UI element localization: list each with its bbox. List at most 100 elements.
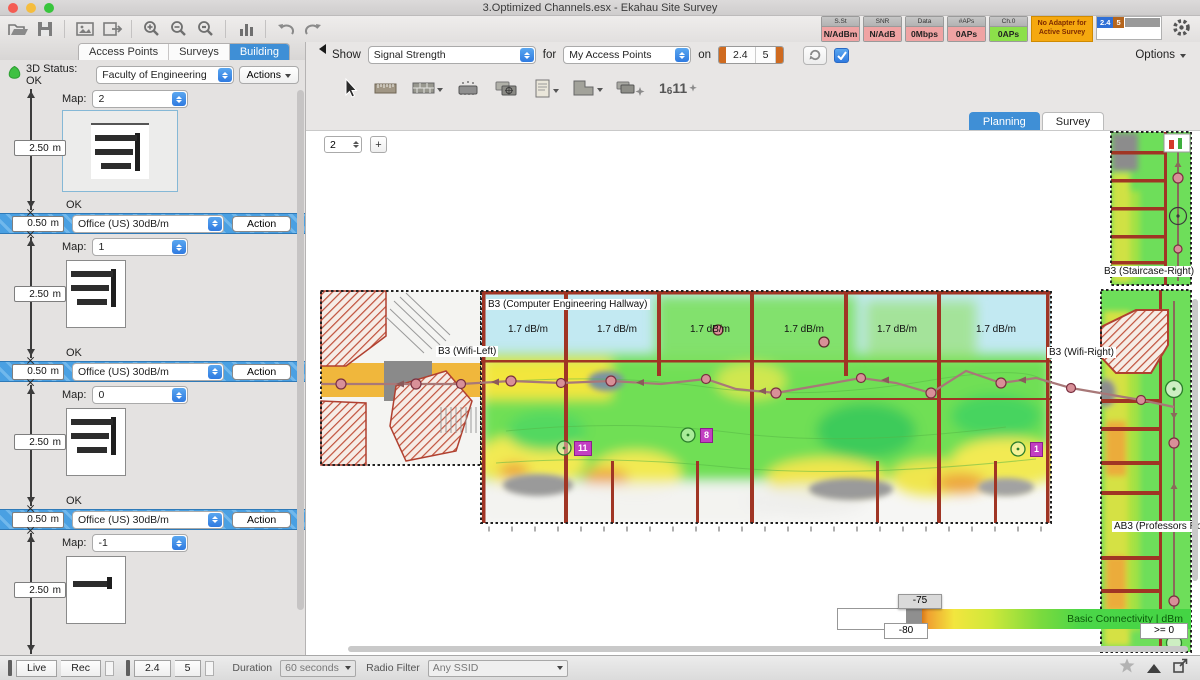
select-tool-icon[interactable] xyxy=(338,77,360,99)
floor-height-field[interactable]: 2.50m xyxy=(14,286,66,302)
zoom-out-icon[interactable] xyxy=(167,19,190,39)
add-floor-button[interactable]: + xyxy=(370,136,387,153)
chevron-down-icon xyxy=(345,666,351,673)
attenuation-profile-select[interactable]: Office (US) 30dB/m xyxy=(72,363,224,381)
tab-access-points[interactable]: Access Points xyxy=(79,44,169,60)
tab-planning[interactable]: Planning xyxy=(969,112,1040,130)
floor-height-field[interactable]: 2.50m xyxy=(14,582,66,598)
slab-row[interactable]: 0.50m Office (US) 30dB/m Action xyxy=(0,361,305,382)
map-select[interactable]: 1 xyxy=(92,238,188,256)
floor-status: OK xyxy=(66,495,82,507)
radio-filter-select[interactable]: Any SSID xyxy=(428,660,568,677)
actions-button[interactable]: Actions xyxy=(239,66,299,84)
tab-surveys[interactable]: Surveys xyxy=(169,44,230,60)
slab-action-button[interactable]: Action xyxy=(232,364,291,380)
map-select[interactable]: 2 xyxy=(92,90,188,108)
floor-height-field[interactable]: 2.50m xyxy=(14,434,66,450)
band-toggle-edge xyxy=(776,47,783,63)
access-point-tool-icon[interactable] xyxy=(456,78,481,98)
redo-icon[interactable] xyxy=(301,19,324,39)
floor-height-field[interactable]: 2.50m xyxy=(14,140,66,156)
adapter-warning-badge[interactable]: No Adapter for Active Survey xyxy=(1031,16,1093,42)
visualization-select[interactable]: Signal Strength xyxy=(368,46,536,64)
auto-refresh-checkbox[interactable] xyxy=(834,48,849,63)
channel-planner-tool-icon[interactable]: 1611 xyxy=(659,80,700,97)
meter-snr: SNR N/AdB xyxy=(863,16,902,42)
band-toggle[interactable]: 2.4 5 xyxy=(718,46,784,64)
room-attenuation-label: 1.7 dB/m xyxy=(685,324,735,335)
band-scan-indicator: 2.4 5 xyxy=(1096,16,1162,40)
slab-row[interactable]: 0.50m Office (US) 30dB/m Action xyxy=(0,509,305,530)
rec-button[interactable]: Rec xyxy=(61,660,101,677)
slab-height-field[interactable]: 0.50m xyxy=(12,512,64,528)
floor-thumbnail[interactable] xyxy=(66,408,126,476)
vertical-scrollbar[interactable] xyxy=(1192,299,1198,581)
slab-height-field[interactable]: 0.50m xyxy=(12,364,64,380)
save-project-icon[interactable] xyxy=(33,19,56,39)
tab-survey[interactable]: Survey xyxy=(1042,112,1104,130)
measure-tool-icon[interactable] xyxy=(373,78,399,98)
options-button[interactable]: Options xyxy=(1135,49,1186,61)
floor-section-map1[interactable]: Map: 1 2.50m OK xyxy=(0,234,305,361)
undo-icon[interactable] xyxy=(274,19,297,39)
gear-icon[interactable] xyxy=(1171,17,1192,43)
import-image-icon[interactable] xyxy=(73,19,96,39)
slab-row[interactable]: 0.50m Office (US) 30dB/m Action xyxy=(0,213,305,234)
map-select[interactable]: -1 xyxy=(92,534,188,552)
wall-tool-icon[interactable] xyxy=(412,78,443,98)
refresh-button[interactable] xyxy=(803,46,827,65)
map-canvas[interactable]: 2 + xyxy=(306,130,1200,655)
attenuation-profile-select[interactable]: Office (US) 30dB/m xyxy=(72,215,224,233)
ap-number-marker[interactable]: 8 xyxy=(700,428,713,443)
expand-panel-icon[interactable] xyxy=(1147,657,1161,673)
band-5-toggle[interactable]: 5 xyxy=(756,47,777,63)
floor-thumbnail[interactable] xyxy=(66,260,126,328)
slab-joint-icon xyxy=(26,208,35,217)
floor-section-map-minus1[interactable]: Map: -1 2.50m xyxy=(0,530,305,655)
floor-section-map2[interactable]: Map: 2 2.50m OK xyxy=(0,86,305,213)
ap-filter-select[interactable]: My Access Points xyxy=(563,46,691,64)
slab-action-button[interactable]: Action xyxy=(232,512,291,528)
chevron-down-icon xyxy=(437,88,443,95)
floor-status: OK xyxy=(66,199,82,211)
slab-height-field[interactable]: 0.50m xyxy=(12,216,64,232)
sidebar-scrollbar[interactable] xyxy=(297,90,304,610)
map-select[interactable]: 0 xyxy=(92,386,188,404)
floor-thumbnail[interactable] xyxy=(66,556,126,624)
floorplan-map[interactable] xyxy=(306,131,1200,655)
floor-number-stepper[interactable]: 2 xyxy=(324,136,362,153)
legend-low-value[interactable]: -80 xyxy=(884,623,928,639)
ap-number-marker[interactable]: 1 xyxy=(1030,442,1043,457)
zoom-fit-icon[interactable] xyxy=(194,19,217,39)
chevron-down-icon xyxy=(1180,54,1186,61)
band-24-button[interactable]: 2.4 xyxy=(134,660,171,677)
duration-select[interactable]: 60 seconds xyxy=(280,660,356,677)
open-project-icon[interactable] xyxy=(6,19,29,39)
live-button[interactable]: Live xyxy=(16,660,57,677)
zone-tool-icon[interactable] xyxy=(572,78,603,98)
auto-planner-tool-icon[interactable] xyxy=(616,77,646,99)
floor-thumbnail[interactable] xyxy=(62,110,178,192)
title-bar: 3.Optimized Channels.esx - Ekahau Site S… xyxy=(0,0,1200,16)
place-ap-tool-icon[interactable] xyxy=(494,78,519,98)
attenuation-profile-select[interactable]: Office (US) 30dB/m xyxy=(72,511,224,529)
app-window: 3.Optimized Channels.esx - Ekahau Site S… xyxy=(0,0,1200,680)
tab-building[interactable]: Building xyxy=(230,44,289,60)
note-tool-icon[interactable] xyxy=(532,78,559,99)
horizontal-scrollbar[interactable] xyxy=(348,646,1188,652)
meter-data: Data 0Mbps xyxy=(905,16,944,42)
favorite-star-icon[interactable] xyxy=(1119,658,1135,678)
detach-window-icon[interactable] xyxy=(1173,658,1188,678)
slab-action-button[interactable]: Action xyxy=(232,216,291,232)
legend-high-value[interactable]: >= 0 xyxy=(1140,623,1188,639)
band-24-toggle[interactable]: 2.4 xyxy=(726,47,756,63)
reports-chart-icon[interactable] xyxy=(234,19,257,39)
live-meters: S.St N/AdBm SNR N/AdB Data 0Mbps #APs 0A… xyxy=(821,16,1194,43)
export-image-icon[interactable] xyxy=(100,19,123,39)
floor-section-map0[interactable]: Map: 0 2.50m OK xyxy=(0,382,305,509)
ap-number-marker[interactable]: 11 xyxy=(574,441,592,456)
building-select[interactable]: Faculty of Engineering xyxy=(96,66,233,84)
collapse-sidebar-icon[interactable] xyxy=(314,44,326,54)
zoom-in-icon[interactable] xyxy=(140,19,163,39)
band-5-button[interactable]: 5 xyxy=(175,660,202,677)
